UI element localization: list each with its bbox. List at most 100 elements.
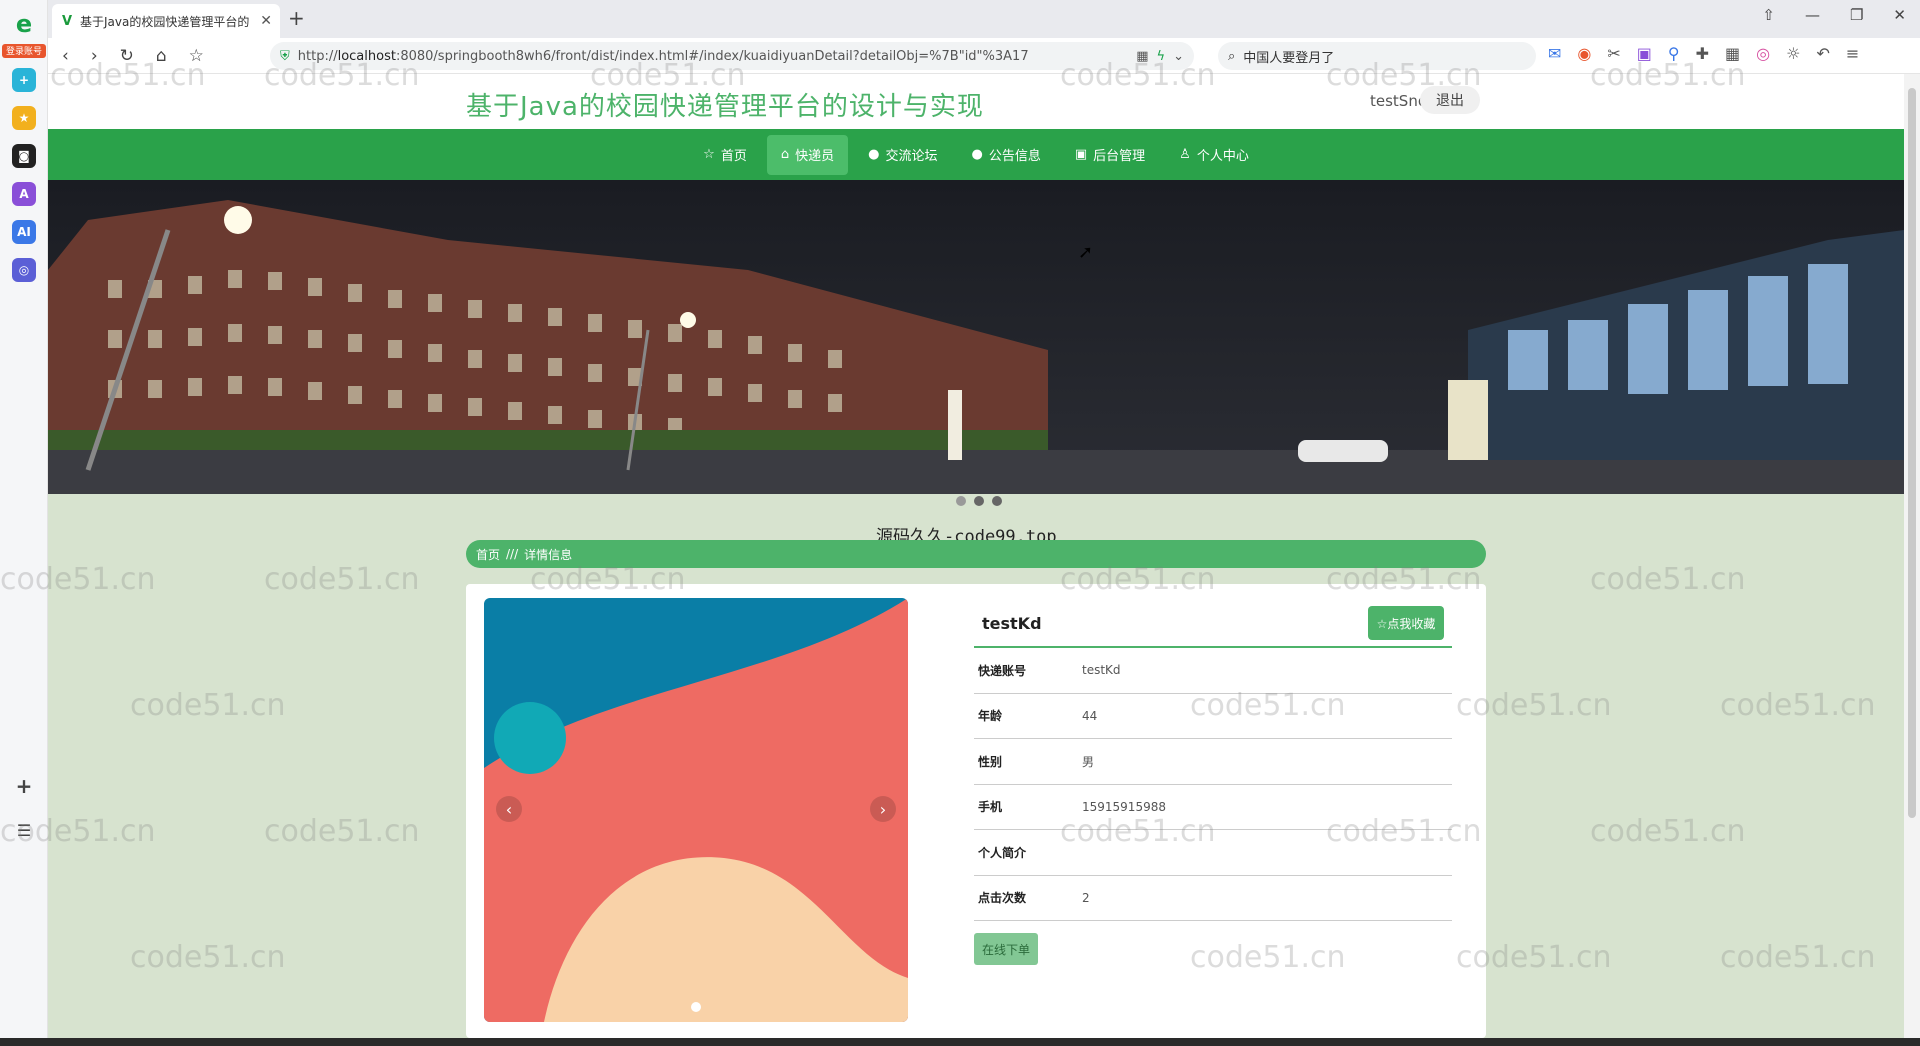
ai-icon[interactable]: AI bbox=[12, 220, 36, 244]
menu-item-profile[interactable]: ♙ 个人中心 bbox=[1165, 135, 1263, 175]
username: testSno bbox=[1370, 92, 1428, 110]
menu-item-courier[interactable]: ⌂ 快递员 bbox=[766, 134, 849, 175]
list-icon[interactable]: ☰ bbox=[12, 818, 36, 842]
banner-dot[interactable] bbox=[992, 496, 1002, 506]
home-icon[interactable]: ⌂ bbox=[156, 46, 167, 66]
back-icon[interactable]: ‹ bbox=[62, 46, 69, 66]
lightning-icon[interactable]: ϟ bbox=[1157, 49, 1166, 64]
detail-card: ‹ › testKd ☆点我收藏 快递账号 testKd 年龄 44 性别 男 手机 1… bbox=[466, 584, 1486, 1038]
field-value: 44 bbox=[1082, 708, 1098, 723]
apps-grid-icon[interactable]: ▦ bbox=[1725, 44, 1740, 63]
dot-icon: ● bbox=[868, 147, 880, 162]
field-label: 个人简介 bbox=[978, 845, 1027, 860]
pin-icon[interactable]: ⇧ bbox=[1762, 6, 1775, 24]
brightness-icon[interactable]: ☼ bbox=[1786, 44, 1800, 63]
favorite-button[interactable]: ☆点我收藏 bbox=[1368, 606, 1444, 640]
menu-item-notice[interactable]: ● 公告信息 bbox=[957, 135, 1054, 175]
breadcrumb-current: 详情信息 bbox=[524, 547, 573, 562]
banner-carousel[interactable] bbox=[48, 180, 1904, 494]
menu-item-home[interactable]: ☆ 首页 bbox=[689, 135, 761, 175]
url-text[interactable]: http://localhost:8080/springbooth8wh6/fr… bbox=[298, 49, 1128, 64]
field-label: 性别 bbox=[978, 754, 1003, 769]
login-account-badge[interactable]: 登录账号 bbox=[2, 44, 46, 58]
banner-dot[interactable] bbox=[974, 496, 984, 506]
puzzle-icon[interactable]: ✚ bbox=[1696, 44, 1709, 63]
detail-row: 年龄 44 bbox=[974, 694, 1452, 739]
browser-window: e 登录账号 + ★ ◙ A AI ◎ + ☰ V 基于Java的校园快递管理平… bbox=[0, 0, 1920, 1046]
extension-icons: ✉ ◉ ✂ ▣ ⚲ ✚ ▦ ◎ ☼ ↶ ≡ bbox=[1548, 44, 1859, 63]
main-menu: ☆ 首页 ⌂ 快递员 ● 交流论坛 ● 公告信息 ▣ 后台管理 ♙ 个人中心 bbox=[48, 129, 1904, 180]
vue-favicon-icon: V bbox=[61, 13, 73, 29]
menu-item-admin[interactable]: ▣ 后台管理 bbox=[1061, 135, 1159, 175]
field-value: 男 bbox=[1082, 754, 1095, 769]
campus-night-photo bbox=[48, 180, 1904, 494]
close-tab-icon[interactable]: ✕ bbox=[260, 13, 272, 29]
building-icon: ▣ bbox=[1074, 147, 1088, 162]
tab-title: 基于Java的校园快递管理平台的 bbox=[80, 14, 250, 29]
nav-buttons: ‹ › ↻ ⌂ ☆ bbox=[62, 46, 204, 66]
window-controls: ⇧ — ❐ ✕ bbox=[1762, 6, 1906, 24]
scissors-icon[interactable]: ✂ bbox=[1607, 44, 1620, 63]
banner-dots bbox=[956, 496, 1002, 506]
star-icon[interactable]: ★ bbox=[12, 106, 36, 130]
field-value: testKd bbox=[1082, 663, 1121, 678]
translate-icon[interactable]: ▣ bbox=[1637, 44, 1652, 63]
order-online-button[interactable]: 在线下单 bbox=[974, 933, 1038, 965]
next-arrow-icon[interactable]: › bbox=[870, 796, 896, 822]
courier-name: testKd bbox=[982, 613, 1042, 633]
logout-button[interactable]: 退出 bbox=[1420, 86, 1480, 114]
bookmark-star-icon[interactable]: ☆ bbox=[189, 46, 204, 66]
mail-icon[interactable]: ✉ bbox=[1548, 44, 1561, 63]
reload-icon[interactable]: ↻ bbox=[120, 46, 134, 66]
undo-icon[interactable]: ↶ bbox=[1816, 44, 1829, 63]
detail-row: 个人简介 bbox=[974, 830, 1452, 876]
menu-label: 首页 bbox=[720, 149, 747, 164]
image-carousel[interactable]: ‹ › bbox=[484, 598, 908, 1022]
browser-sidebar: e 登录账号 + ★ ◙ A AI ◎ + ☰ bbox=[0, 0, 48, 1046]
search-text[interactable]: 中国人要登月了 bbox=[1243, 47, 1334, 66]
add-sidebar-icon[interactable]: + bbox=[12, 774, 36, 798]
color-icon[interactable]: ◎ bbox=[1756, 44, 1770, 63]
web-page: 基于Java的校园快递管理平台的设计与实现 testSno 退出 ☆ 首页 ⌂ 快递… bbox=[48, 74, 1904, 1038]
field-value: 2 bbox=[1082, 890, 1090, 905]
field-label: 手机 bbox=[978, 800, 1003, 815]
tab-bar: V 基于Java的校园快递管理平台的 ✕ + ⇧ — ❐ ✕ bbox=[48, 0, 1920, 38]
menu-label: 个人中心 bbox=[1196, 149, 1249, 164]
page-scrollbar[interactable] bbox=[1904, 74, 1920, 1038]
breadcrumb-home[interactable]: 首页 bbox=[476, 546, 500, 563]
browser-tab[interactable]: V 基于Java的校园快递管理平台的 ✕ bbox=[52, 4, 280, 38]
star-icon: ☆ bbox=[703, 147, 715, 162]
detail-row: 点击次数 2 bbox=[974, 876, 1452, 921]
game-icon[interactable]: ◙ bbox=[12, 144, 36, 168]
scrollbar-thumb[interactable] bbox=[1908, 88, 1916, 818]
new-tab-icon[interactable]: + bbox=[288, 6, 305, 30]
address-bar[interactable]: ⛨ http://localhost:8080/springbooth8wh6/… bbox=[270, 42, 1194, 70]
qr-icon[interactable]: ▦ bbox=[1136, 49, 1148, 64]
add-app-icon[interactable]: + bbox=[12, 68, 36, 92]
ai-assistant-icon[interactable]: A bbox=[12, 182, 36, 206]
detail-info: testKd ☆点我收藏 快递账号 testKd 年龄 44 性别 男 手机 15915… bbox=[974, 600, 1452, 965]
home-icon: ⌂ bbox=[780, 147, 790, 162]
browser-toolbar: ‹ › ↻ ⌂ ☆ ⛨ http://localhost:8080/spring… bbox=[48, 38, 1920, 74]
search-box[interactable]: ⌕ 中国人要登月了 bbox=[1218, 42, 1536, 70]
user-icon: ♙ bbox=[1179, 147, 1191, 162]
close-window-icon[interactable]: ✕ bbox=[1893, 6, 1906, 24]
bot-icon[interactable]: ◎ bbox=[12, 258, 36, 282]
restore-icon[interactable]: ❐ bbox=[1850, 6, 1863, 24]
minimize-icon[interactable]: — bbox=[1805, 6, 1820, 24]
banner-dot[interactable] bbox=[956, 496, 966, 506]
prev-arrow-icon[interactable]: ‹ bbox=[496, 796, 522, 822]
chevron-down-icon[interactable]: ⌄ bbox=[1173, 49, 1184, 64]
site-title: 基于Java的校园快递管理平台的设计与实现 bbox=[466, 92, 984, 122]
carousel-dot[interactable] bbox=[691, 1002, 701, 1012]
menu-item-forum[interactable]: ● 交流论坛 bbox=[854, 135, 951, 175]
zoom-icon[interactable]: ⚲ bbox=[1668, 44, 1680, 63]
detail-row: 性别 男 bbox=[974, 739, 1452, 785]
menu-icon[interactable]: ≡ bbox=[1846, 44, 1859, 63]
mouse-cursor-icon: ➚ bbox=[1078, 242, 1094, 263]
field-value: 15915915988 bbox=[1082, 799, 1166, 814]
menu-label: 快递员 bbox=[795, 149, 835, 164]
weibo-icon[interactable]: ◉ bbox=[1577, 44, 1591, 63]
forward-icon[interactable]: › bbox=[91, 46, 98, 66]
menu-label: 交流论坛 bbox=[885, 149, 938, 164]
